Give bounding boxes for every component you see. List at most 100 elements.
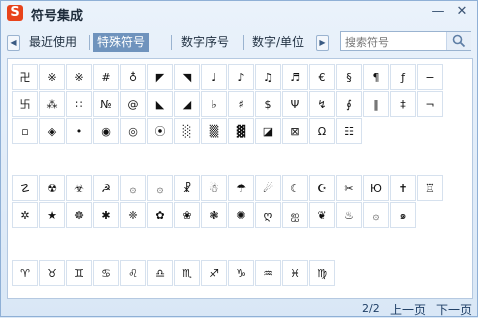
symbol-cell[interactable]: ❃: [201, 202, 227, 228]
symbol-cell[interactable]: ❈: [120, 202, 146, 228]
symbol-cell[interactable]: ♒: [255, 260, 281, 286]
symbol-cell[interactable]: ☪: [309, 175, 335, 201]
symbol-cell[interactable]: ✂: [336, 175, 362, 201]
symbol-cell[interactable]: ☡: [12, 175, 38, 201]
symbol-cell[interactable]: Ю: [363, 175, 389, 201]
symbol-cell[interactable]: ¶: [363, 64, 389, 90]
symbol-cell[interactable]: ♓: [282, 260, 308, 286]
symbol-cell[interactable]: ♋: [93, 260, 119, 286]
tab-recent[interactable]: 最近使用: [25, 33, 81, 52]
symbol-cell[interactable]: ☭: [93, 175, 119, 201]
symbol-cell[interactable]: ƒ: [390, 64, 416, 90]
symbol-cell[interactable]: @: [120, 91, 146, 117]
symbol-cell[interactable]: ♬: [282, 64, 308, 90]
symbol-cell[interactable]: ◢: [174, 91, 200, 117]
symbol-cell[interactable]: ✲: [12, 202, 38, 228]
tab-numbers-units[interactable]: 数字/单位: [248, 33, 308, 52]
symbol-cell[interactable]: ‖: [363, 91, 389, 117]
symbol-cell[interactable]: ♩: [201, 64, 227, 90]
next-page-link[interactable]: 下一页: [436, 301, 472, 318]
symbol-cell[interactable]: ∮: [336, 91, 362, 117]
symbol-cell[interactable]: $: [255, 91, 281, 117]
symbol-cell[interactable]: ↯: [309, 91, 335, 117]
symbol-cell[interactable]: ❦: [309, 202, 335, 228]
symbol-cell[interactable]: ๑: [390, 202, 416, 228]
minimize-button[interactable]: —: [428, 3, 448, 21]
symbol-cell[interactable]: ‡: [390, 91, 416, 117]
symbol-cell[interactable]: ※: [66, 64, 92, 90]
symbol-cell[interactable]: ۞: [363, 202, 389, 228]
previous-page-link[interactable]: 上一页: [390, 301, 426, 318]
symbol-cell[interactable]: ◪: [255, 118, 281, 144]
symbol-cell[interactable]: ♍: [309, 260, 335, 286]
symbol-cell[interactable]: ※: [39, 64, 65, 90]
symbol-cell[interactable]: ✝: [390, 175, 416, 201]
symbol-cell[interactable]: ♫: [255, 64, 281, 90]
search-button[interactable]: [446, 32, 471, 50]
symbol-cell[interactable]: №: [93, 91, 119, 117]
symbol-cell[interactable]: ☃: [201, 175, 227, 201]
symbol-cell[interactable]: ☣: [66, 175, 92, 201]
symbol-cell[interactable]: ◎: [120, 118, 146, 144]
symbol-cell[interactable]: •: [66, 118, 92, 144]
symbol-cell[interactable]: ▓: [228, 118, 254, 144]
symbol-cell[interactable]: ⁂: [39, 91, 65, 117]
symbol-cell[interactable]: ۞: [147, 175, 173, 201]
symbol-cell[interactable]: ☢: [39, 175, 65, 201]
symbol-cell[interactable]: ஐ: [282, 202, 308, 228]
symbol-cell[interactable]: ♯: [228, 91, 254, 117]
symbol-cell[interactable]: ♊: [66, 260, 92, 286]
symbol-cell[interactable]: ░: [174, 118, 200, 144]
symbol-cell[interactable]: ♈: [12, 260, 38, 286]
symbol-cell[interactable]: ⦿: [147, 118, 173, 144]
symbol-cell[interactable]: ◥: [174, 64, 200, 90]
symbol-cell[interactable]: ♭: [201, 91, 227, 117]
symbol-cell[interactable]: ☄: [255, 175, 281, 201]
symbol-cell[interactable]: Ω: [309, 118, 335, 144]
symbol-cell[interactable]: 卍: [12, 64, 38, 90]
symbol-cell[interactable]: ◣: [147, 91, 173, 117]
search-input[interactable]: [343, 33, 447, 51]
tabs-scroll-right-icon[interactable]: ▶: [316, 35, 329, 51]
symbol-cell[interactable]: ♎: [147, 260, 173, 286]
symbol-cell[interactable]: ◤: [147, 64, 173, 90]
symbol-cell[interactable]: ♖: [417, 175, 443, 201]
symbol-cell[interactable]: ♐: [201, 260, 227, 286]
tabs-scroll-left-icon[interactable]: ◀: [7, 35, 20, 51]
symbol-cell[interactable]: 卐: [12, 91, 38, 117]
symbol-cell[interactable]: ✱: [93, 202, 119, 228]
symbol-cell[interactable]: Ψ: [282, 91, 308, 117]
symbol-cell[interactable]: ♪: [228, 64, 254, 90]
symbol-cell[interactable]: #: [93, 64, 119, 90]
symbol-cell[interactable]: ♉: [39, 260, 65, 286]
tab-special-symbols[interactable]: 特殊符号: [93, 33, 150, 52]
symbol-cell[interactable]: ◈: [39, 118, 65, 144]
symbol-cell[interactable]: ☾: [282, 175, 308, 201]
symbol-cell[interactable]: ▒: [201, 118, 227, 144]
symbol-cell[interactable]: ★: [39, 202, 65, 228]
symbol-cell[interactable]: €: [309, 64, 335, 90]
symbol-cell[interactable]: ¬: [417, 91, 443, 117]
symbol-cell[interactable]: ۞: [120, 175, 146, 201]
symbol-cell[interactable]: ☸: [66, 202, 92, 228]
symbol-cell[interactable]: ♁: [120, 64, 146, 90]
symbol-cell[interactable]: ♑: [228, 260, 254, 286]
symbol-cell[interactable]: ◉: [93, 118, 119, 144]
symbol-cell[interactable]: ☂: [228, 175, 254, 201]
symbol-cell[interactable]: ღ: [255, 202, 281, 228]
symbol-cell[interactable]: ☧: [174, 175, 200, 201]
symbol-cell[interactable]: §: [336, 64, 362, 90]
symbol-cell[interactable]: ✿: [147, 202, 173, 228]
close-button[interactable]: ✕: [452, 3, 472, 21]
symbol-cell[interactable]: ♌: [120, 260, 146, 286]
symbol-cell[interactable]: ∷: [66, 91, 92, 117]
symbol-cell[interactable]: −: [417, 64, 443, 90]
symbol-cell[interactable]: ☷: [336, 118, 362, 144]
symbol-cell[interactable]: ✺: [228, 202, 254, 228]
symbol-cell[interactable]: ❀: [174, 202, 200, 228]
symbol-cell[interactable]: ▫: [12, 118, 38, 144]
symbol-cell[interactable]: ♏: [174, 260, 200, 286]
tab-number-sequence[interactable]: 数字序号: [177, 33, 233, 52]
symbol-cell[interactable]: ⊠: [282, 118, 308, 144]
symbol-cell[interactable]: ♨: [336, 202, 362, 228]
